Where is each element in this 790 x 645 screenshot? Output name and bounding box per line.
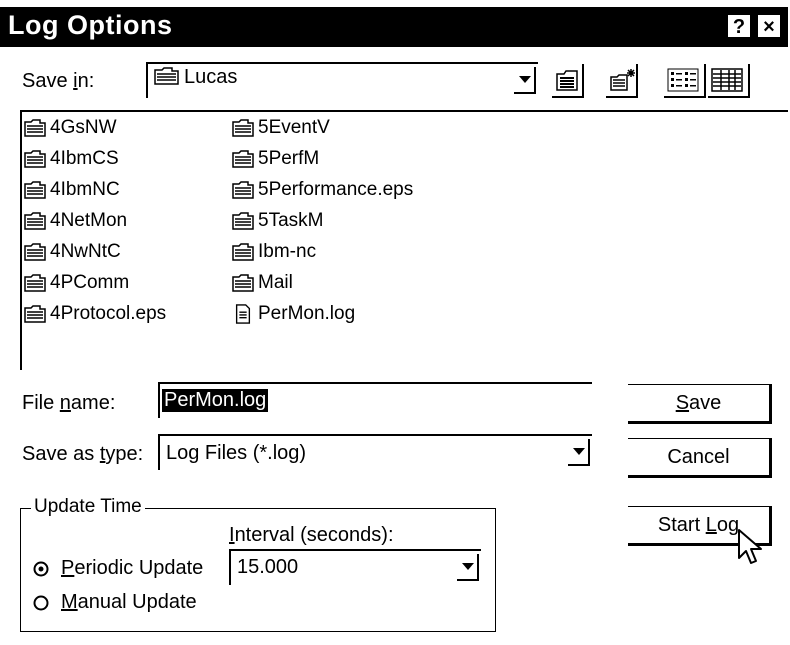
update-time-legend: Update Time (31, 496, 145, 518)
save-in-combo[interactable]: Lucas (146, 62, 538, 98)
interval-dropdown-arrow[interactable] (457, 554, 479, 581)
file-list-item-label: 5Performance.eps (258, 179, 414, 200)
file-list-item-label: 5PerfM (258, 148, 320, 169)
folder-icon (24, 305, 46, 323)
file-list-item-label: 4IbmNC (50, 179, 120, 200)
folder-icon (232, 119, 254, 137)
file-list-item[interactable]: 5EventV (232, 114, 330, 142)
file-list-item[interactable]: 4IbmNC (24, 176, 120, 204)
drive-folder-icon (154, 67, 179, 85)
save-button[interactable]: Save (628, 384, 772, 424)
save-as-type-label: Save as type: (22, 443, 144, 465)
file-list-item-label: 4PComm (50, 272, 130, 293)
file-list-item-label: 5TaskM (258, 210, 324, 231)
file-list-item[interactable]: 4NwNtC (24, 238, 121, 266)
save-in-label: Save in: (22, 70, 95, 92)
folder-icon (232, 243, 254, 261)
folder-icon (232, 274, 254, 292)
chevron-down-icon (573, 448, 585, 455)
file-list-item-label: 4GsNW (50, 117, 117, 138)
file-list-item[interactable]: 4PComm (24, 269, 129, 297)
save-as-type-combo[interactable]: Log Files (*.log) (158, 434, 592, 470)
file-list-item[interactable]: 4IbmCS (24, 145, 119, 173)
interval-value: 15.000 (237, 556, 299, 578)
save-as-type-value: Log Files (*.log) (166, 442, 307, 464)
file-list-item-label: PerMon.log (258, 303, 356, 324)
interval-combo[interactable]: 15.000 (229, 549, 481, 585)
list-view-button[interactable] (664, 64, 706, 98)
save-in-value: Lucas (154, 66, 237, 89)
radio-unchecked-icon (33, 595, 49, 611)
file-list-item[interactable]: Mail (232, 269, 293, 297)
radio-checked-icon (33, 561, 49, 577)
close-button[interactable]: × (758, 15, 782, 39)
file-list-item[interactable]: 4NetMon (24, 207, 127, 235)
cancel-button[interactable]: Cancel (628, 438, 772, 478)
file-list-item-label: 4NetMon (50, 210, 128, 231)
title-bar: Log Options ? × (0, 7, 788, 47)
file-list-item[interactable]: Ibm-nc (232, 238, 316, 266)
new-folder-icon (610, 69, 635, 91)
chevron-down-icon (519, 76, 531, 83)
up-one-level-button[interactable] (552, 64, 584, 98)
file-list[interactable]: 4GsNW 4IbmCS 4IbmNC 4NetMon 4NwNtC 4PComm 4Pro… (20, 110, 788, 370)
manual-update-label: Manual Update (61, 591, 197, 613)
file-list-item-label: 5EventV (258, 117, 330, 138)
periodic-update-label: Periodic Update (61, 557, 204, 579)
save-as-type-dropdown-arrow[interactable] (568, 439, 590, 466)
help-button[interactable]: ? (728, 15, 752, 39)
file-name-value: PerMon.log (162, 389, 269, 412)
details-view-button[interactable] (708, 64, 750, 98)
window-title: Log Options (8, 10, 173, 40)
file-list-item[interactable]: 5Performance.eps (232, 176, 413, 204)
file-list-item[interactable]: PerMon.log (232, 300, 355, 328)
file-list-item-label: 4NwNtC (50, 241, 121, 262)
details-view-icon (711, 68, 743, 92)
folder-icon (232, 181, 254, 199)
folder-icon (24, 274, 46, 292)
interval-label: Interval (seconds): (229, 524, 394, 546)
save-in-dropdown-arrow[interactable] (514, 67, 536, 94)
file-name-label: File name: (22, 392, 116, 414)
file-list-item-label: Mail (258, 272, 293, 293)
up-folder-icon (556, 70, 578, 91)
file-list-item[interactable]: 4GsNW (24, 114, 117, 142)
file-name-input[interactable]: PerMon.log (158, 382, 592, 418)
log-file-icon (235, 304, 251, 324)
chevron-down-icon (462, 563, 474, 570)
mouse-pointer-icon (738, 529, 762, 564)
folder-icon (24, 181, 46, 199)
folder-icon (24, 212, 46, 230)
folder-icon (24, 243, 46, 261)
file-list-item[interactable]: 5PerfM (232, 145, 319, 173)
folder-icon (24, 119, 46, 137)
file-list-item-label: 4Protocol.eps (50, 303, 167, 324)
folder-icon (232, 212, 254, 230)
create-new-folder-button[interactable] (606, 64, 638, 98)
help-icon: ? (732, 16, 746, 38)
close-icon: × (763, 16, 775, 38)
file-list-item-label: 4IbmCS (50, 148, 119, 169)
file-list-item[interactable]: 5TaskM (232, 207, 323, 235)
file-list-item-label: Ibm-nc (258, 241, 317, 262)
file-list-item[interactable]: 4Protocol.eps (24, 300, 166, 328)
list-view-icon (667, 68, 699, 92)
update-time-group: Update Time Interval (seconds): 15.000 P… (20, 496, 496, 632)
folder-icon (24, 150, 46, 168)
folder-icon (232, 150, 254, 168)
